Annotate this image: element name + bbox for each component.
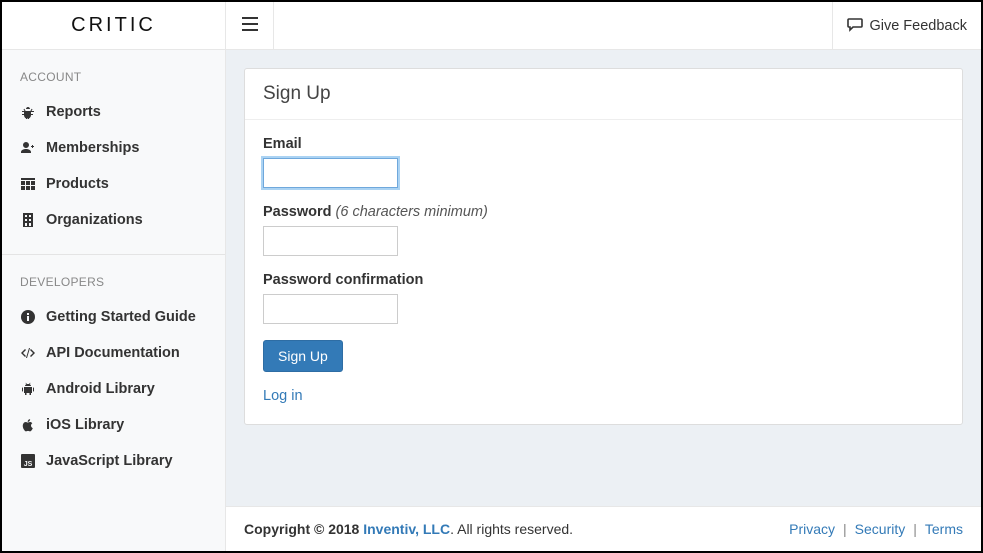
sidebar-item-label: Organizations [46,212,143,228]
code-icon [20,345,36,361]
bug-icon [20,104,36,120]
nav-section-account: ACCOUNT Reports Memberships Products [2,50,225,244]
sidebar-item-label: Getting Started Guide [46,309,196,325]
email-label: Email [263,136,944,152]
nav-header-developers: DEVELOPERS [2,271,225,299]
footer-sep: | [843,521,847,537]
sidebar: CRITIC ACCOUNT Reports Memberships Prod [2,2,226,551]
feedback-label: Give Feedback [869,18,967,34]
footer-link-terms[interactable]: Terms [925,521,963,537]
sidebar-item-organizations[interactable]: Organizations [2,202,225,238]
footer-sep: | [913,521,917,537]
email-input[interactable] [263,158,398,188]
password-label: Password (6 characters minimum) [263,204,944,220]
sidebar-item-label: Memberships [46,140,139,156]
topbar: Give Feedback [226,2,981,50]
login-link[interactable]: Log in [263,388,303,404]
content-column: Give Feedback Sign Up Email Password (6 … [226,2,981,551]
android-icon [20,381,36,397]
password-input[interactable] [263,226,398,256]
sidebar-item-label: Reports [46,104,101,120]
sidebar-item-reports[interactable]: Reports [2,94,225,130]
give-feedback-button[interactable]: Give Feedback [832,2,981,49]
footer-links: Privacy | Security | Terms [789,521,963,537]
password-hint: (6 characters minimum) [336,204,488,220]
sidebar-item-javascript[interactable]: JS JavaScript Library [2,443,225,479]
signup-panel: Sign Up Email Password (6 characters min… [244,68,963,425]
brand-logo[interactable]: CRITIC [2,2,225,50]
topbar-spacer [274,2,832,49]
grid-icon [20,176,36,192]
sidebar-item-api-docs[interactable]: API Documentation [2,335,225,371]
apple-icon [20,417,36,433]
hamburger-icon [242,17,258,34]
footer-link-privacy[interactable]: Privacy [789,521,835,537]
info-icon [20,309,36,325]
sidebar-item-label: iOS Library [46,417,124,433]
password-confirmation-input[interactable] [263,294,398,324]
sidebar-item-memberships[interactable]: Memberships [2,130,225,166]
sidebar-item-label: JavaScript Library [46,453,173,469]
page-title: Sign Up [245,69,962,120]
nav-section-developers: DEVELOPERS Getting Started Guide API Doc… [2,255,225,485]
user-plus-icon [20,140,36,156]
js-icon: JS [20,453,36,469]
sidebar-item-android[interactable]: Android Library [2,371,225,407]
sidebar-item-getting-started[interactable]: Getting Started Guide [2,299,225,335]
sidebar-toggle-button[interactable] [226,2,274,49]
footer: Copyright © 2018 Inventiv, LLC. All righ… [226,506,981,551]
signup-button[interactable]: Sign Up [263,340,343,372]
sidebar-item-products[interactable]: Products [2,166,225,202]
company-link[interactable]: Inventiv, LLC [363,521,450,537]
sidebar-item-label: Products [46,176,109,192]
building-icon [20,212,36,228]
footer-link-security[interactable]: Security [855,521,906,537]
sidebar-item-label: Android Library [46,381,155,397]
form-group-password: Password (6 characters minimum) [263,204,944,256]
svg-text:JS: JS [24,461,33,468]
confirm-label: Password confirmation [263,272,944,288]
copyright-text: Copyright © 2018 Inventiv, LLC. All righ… [244,521,573,537]
form-group-email: Email [263,136,944,188]
sidebar-item-ios[interactable]: iOS Library [2,407,225,443]
comment-icon [847,16,863,36]
form-group-confirm: Password confirmation [263,272,944,324]
page-body: Sign Up Email Password (6 characters min… [226,50,981,506]
sidebar-item-label: API Documentation [46,345,180,361]
nav-header-account: ACCOUNT [2,66,225,94]
